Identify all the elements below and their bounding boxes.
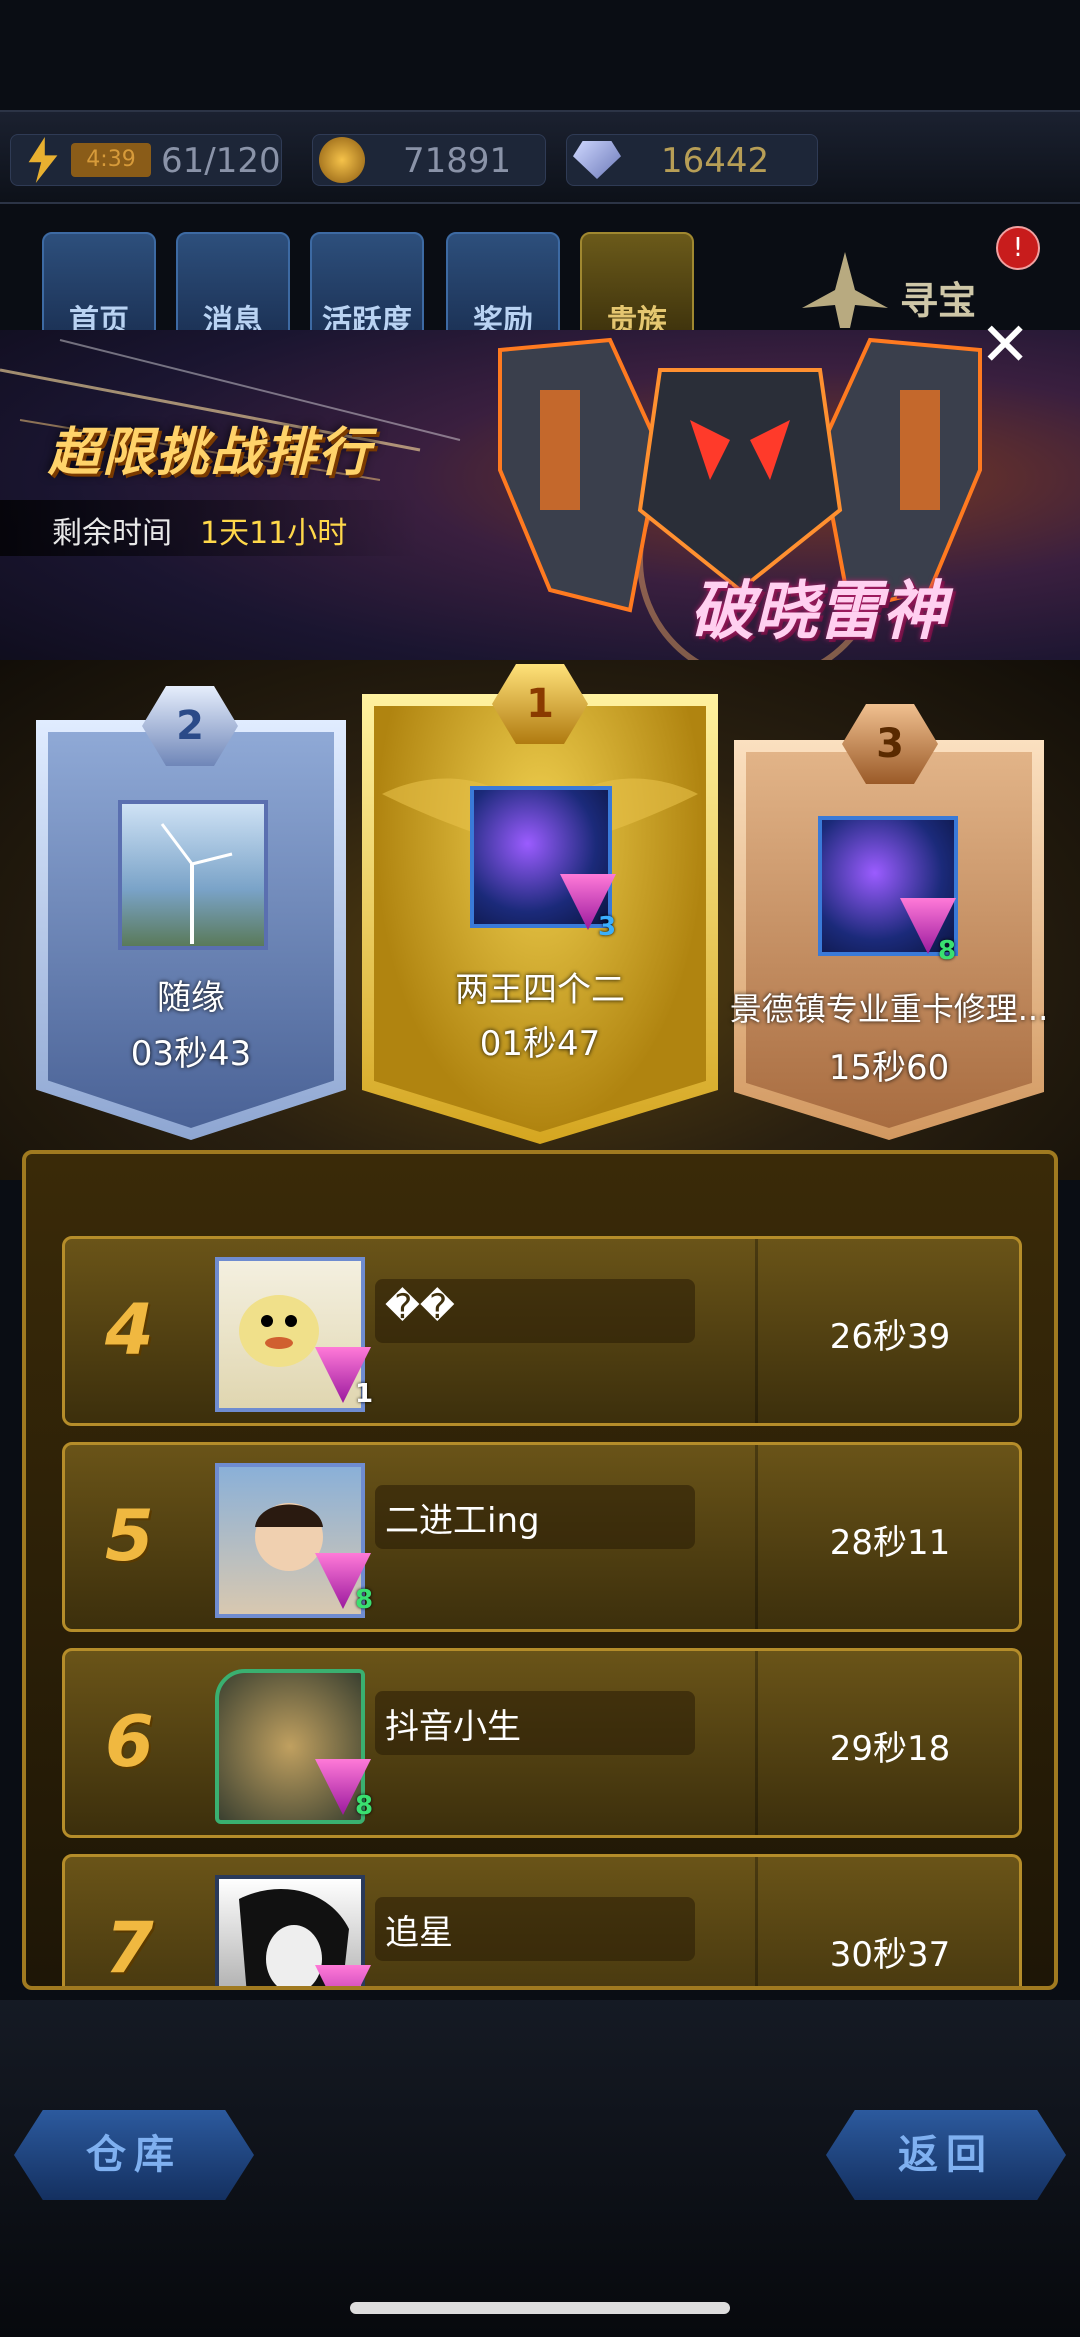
energy-timer: 4:39 xyxy=(71,143,151,177)
treasure-label: 寻宝 xyxy=(900,279,977,323)
coin-value: 71891 xyxy=(403,141,512,181)
vip-level: 8 xyxy=(355,1791,374,1821)
tab-activity[interactable]: 活跃度 xyxy=(310,232,424,346)
back-button[interactable]: 返回 xyxy=(826,2110,1066,2200)
home-indicator[interactable] xyxy=(350,2302,730,2314)
podium-card-1[interactable]: 3 两王四个二 01秒47 xyxy=(362,694,718,1144)
player-name: 二进工ing xyxy=(385,1501,540,1541)
notification-badge: ! xyxy=(996,226,1040,270)
gem-value: 16442 xyxy=(661,141,770,181)
ranking-row[interactable]: 5 8 二进工ing 28秒11 xyxy=(62,1442,1022,1632)
player-time: 30秒37 xyxy=(829,1935,951,1975)
player-name: 景德镇专业重卡修理... xyxy=(729,990,1049,1028)
resource-bar: 4:39 61/120 71891 16442 xyxy=(0,110,1080,204)
rank-number: 6 xyxy=(105,1701,154,1783)
player-name: 两王四个二 xyxy=(455,970,625,1010)
ranking-row[interactable]: 7 追星 30秒37 xyxy=(62,1854,1022,1989)
podium-card-3[interactable]: 8 景德镇专业重卡修理... 15秒60 xyxy=(730,740,1048,1140)
player-name: 随缘 xyxy=(157,978,225,1018)
player-time: 29秒18 xyxy=(829,1729,951,1769)
divider xyxy=(755,1857,758,1986)
treasure-button[interactable]: 寻宝 xyxy=(790,250,990,330)
close-button[interactable]: ✕ xyxy=(980,310,1030,380)
tab-home[interactable]: 首页 xyxy=(42,232,156,346)
vip-level: 3 xyxy=(598,912,617,942)
coin-icon xyxy=(319,137,365,183)
energy-icon xyxy=(28,137,58,183)
remaining-time-value: 1天11小时 xyxy=(200,516,348,551)
tab-messages[interactable]: 消息 xyxy=(176,232,290,346)
vip-level: 1 xyxy=(355,1379,374,1409)
player-name: 追星 xyxy=(385,1913,453,1953)
ranking-row[interactable]: 4 1 �� 26秒39 xyxy=(62,1236,1022,1426)
player-time: 26秒39 xyxy=(829,1317,951,1357)
player-time: 01秒47 xyxy=(479,1024,601,1064)
tab-rewards[interactable]: 奖励 xyxy=(446,232,560,346)
remaining-time: 剩余时间 1天11小时 xyxy=(0,500,420,556)
player-name: �� xyxy=(385,1287,455,1327)
player-name: 抖音小生 xyxy=(385,1707,521,1747)
tab-vip[interactable]: 贵族 xyxy=(580,232,694,346)
avatar xyxy=(118,800,268,950)
remaining-time-label: 剩余时间 xyxy=(52,516,172,551)
rank-number: 7 xyxy=(105,1907,154,1989)
podium-card-2[interactable]: 随缘 03秒43 xyxy=(36,720,346,1140)
wind-turbine-icon xyxy=(160,823,233,944)
vip-level: 8 xyxy=(355,1585,374,1615)
divider xyxy=(755,1239,758,1423)
rank-number: 4 xyxy=(105,1289,154,1371)
event-title: 超限挑战排行 xyxy=(48,423,373,483)
gem-display[interactable]: 16442 xyxy=(566,134,818,186)
ranking-row[interactable]: 6 8 抖音小生 29秒18 xyxy=(62,1648,1022,1838)
player-time: 15秒60 xyxy=(828,1048,950,1088)
coin-display[interactable]: 71891 xyxy=(312,134,546,186)
divider xyxy=(755,1445,758,1629)
ship-name: 破晓雷神 xyxy=(690,575,946,649)
player-time: 03秒43 xyxy=(130,1034,252,1074)
player-time: 28秒11 xyxy=(829,1523,951,1563)
vip-level: 8 xyxy=(938,936,957,966)
rank-number: 5 xyxy=(105,1495,154,1577)
warehouse-button[interactable]: 仓库 xyxy=(14,2110,254,2200)
energy-display[interactable]: 4:39 61/120 xyxy=(10,134,282,186)
jet-icon xyxy=(802,252,888,328)
energy-value: 61/120 xyxy=(161,141,281,181)
divider xyxy=(755,1651,758,1835)
ranking-list[interactable]: 4 1 �� 26秒39 5 8 二进工ing 28秒11 6 8 抖音小生 2… xyxy=(22,1150,1058,1990)
vip-badge-icon xyxy=(315,1965,371,1986)
gem-icon xyxy=(573,141,621,179)
